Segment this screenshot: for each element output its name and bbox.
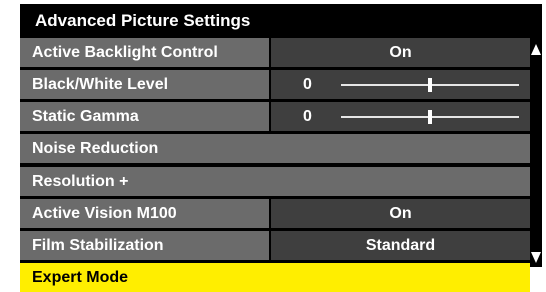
slider-handle[interactable] (428, 78, 432, 92)
menu-title: Advanced Picture Settings (35, 11, 251, 30)
slider-value: 0 (303, 76, 312, 93)
triangle-down-icon[interactable] (531, 252, 541, 263)
row-label: Film Stabilization (20, 231, 269, 260)
menu-row-black-white-level[interactable]: Black/White Level 0 (20, 70, 530, 99)
menu-row-active-vision-m100[interactable]: Active Vision M100 On (20, 199, 530, 228)
row-value[interactable]: On (271, 199, 530, 228)
slider-field[interactable]: 0 (271, 70, 530, 99)
menu-row-static-gamma[interactable]: Static Gamma 0 (20, 102, 530, 131)
row-label: Black/White Level (20, 70, 269, 99)
menu-row-noise-reduction[interactable]: Noise Reduction (20, 134, 530, 163)
row-value[interactable]: On (271, 38, 530, 67)
slider-value: 0 (303, 108, 312, 125)
settings-panel: Advanced Picture Settings Active Backlig… (20, 4, 542, 292)
row-label: Noise Reduction (20, 134, 530, 163)
row-value[interactable]: Standard (271, 231, 530, 260)
menu-row-expert-mode[interactable]: Expert Mode (20, 263, 530, 292)
slider-handle[interactable] (428, 110, 432, 124)
triangle-up-icon[interactable] (531, 44, 541, 55)
slider-field[interactable]: 0 (271, 102, 530, 131)
menu-row-active-backlight-control[interactable]: Active Backlight Control On (20, 38, 530, 67)
row-label: Expert Mode (20, 263, 530, 292)
row-label: Resolution + (20, 167, 530, 196)
menu-row-film-stabilization[interactable]: Film Stabilization Standard (20, 231, 530, 260)
row-label: Active Backlight Control (20, 38, 269, 67)
menu-row-resolution-plus[interactable]: Resolution + (20, 167, 530, 196)
row-label: Active Vision M100 (20, 199, 269, 228)
scrollbar[interactable] (530, 38, 542, 267)
row-label: Static Gamma (20, 102, 269, 131)
